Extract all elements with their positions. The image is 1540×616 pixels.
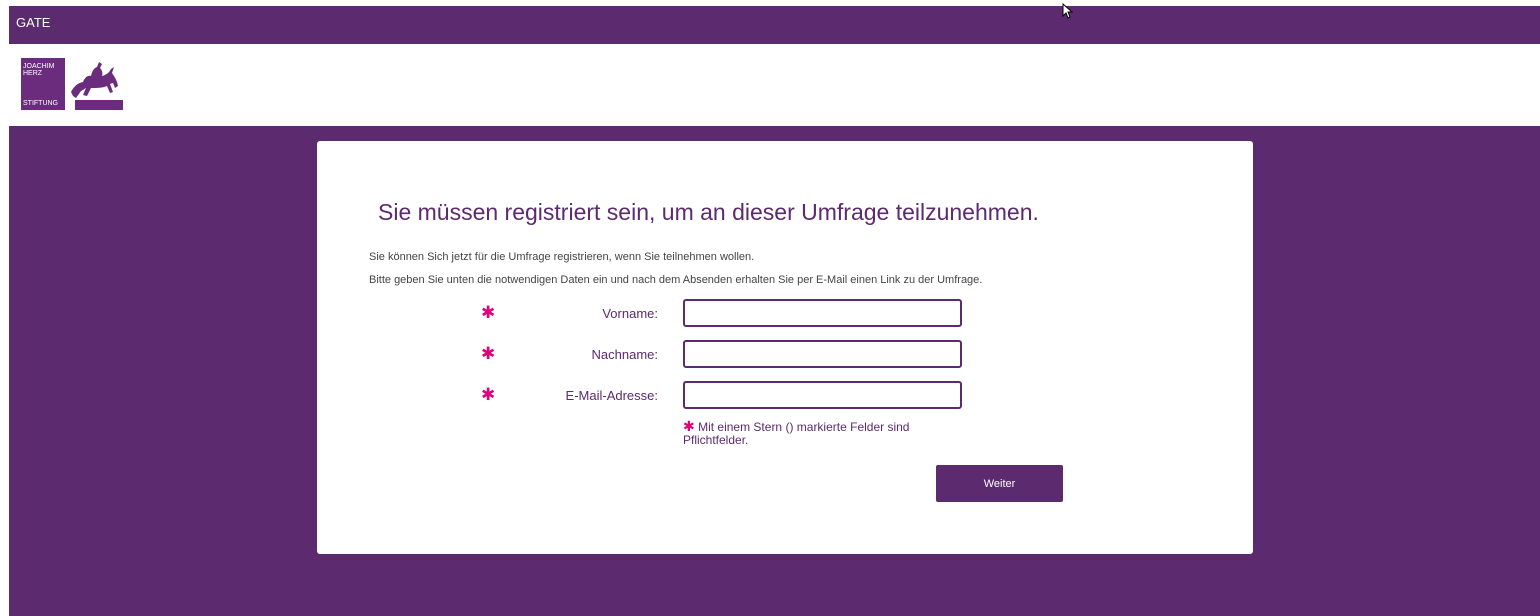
mouse-cursor-icon	[1062, 3, 1074, 19]
logo-text-line-2: HERZ	[23, 70, 43, 77]
asterisk-icon: ✱	[683, 418, 695, 434]
next-button[interactable]: Weiter	[936, 465, 1063, 502]
lastname-label: Nachname:	[591, 347, 658, 362]
lastname-input[interactable]	[683, 340, 962, 368]
email-row: ✱ E-Mail-Adresse:	[317, 381, 1253, 409]
logo-text-line-3: STIFTUNG	[23, 100, 58, 107]
instructions-text: Bitte geben Sie unten die notwendigen Da…	[369, 274, 983, 286]
top-bar: GATE	[9, 6, 1540, 44]
firstname-label: Vorname:	[602, 306, 658, 321]
required-asterisk-icon: ✱	[481, 385, 496, 404]
required-asterisk-icon: ✱	[481, 344, 496, 363]
email-label: E-Mail-Adresse:	[565, 388, 658, 403]
firstname-row: ✱ Vorname:	[317, 299, 1253, 327]
page-title: Sie müssen registriert sein, um an diese…	[378, 199, 1039, 225]
required-asterisk-icon: ✱	[481, 303, 496, 322]
window-left-edge	[0, 0, 9, 616]
lastname-row: ✱ Nachname:	[317, 340, 1253, 368]
logo-header: JOACHIM HERZ STIFTUNG	[9, 44, 1540, 126]
intro-text: Sie können Sich jetzt für die Umfrage re…	[369, 251, 755, 263]
app-title: GATE	[16, 15, 51, 30]
registration-card: Sie müssen registriert sein, um an diese…	[317, 141, 1253, 554]
firstname-input[interactable]	[683, 299, 962, 327]
foundation-logo[interactable]: JOACHIM HERZ STIFTUNG	[21, 58, 65, 110]
horse-rider-icon	[71, 62, 123, 110]
required-fields-note: ✱ Mit einem Stern () markierte Felder si…	[683, 418, 953, 447]
logo-text-line-1: JOACHIM	[23, 63, 55, 70]
email-input[interactable]	[683, 381, 962, 409]
required-note-text: Mit einem Stern () markierte Felder sind…	[683, 420, 910, 447]
main-area: Sie müssen registriert sein, um an diese…	[9, 126, 1540, 616]
